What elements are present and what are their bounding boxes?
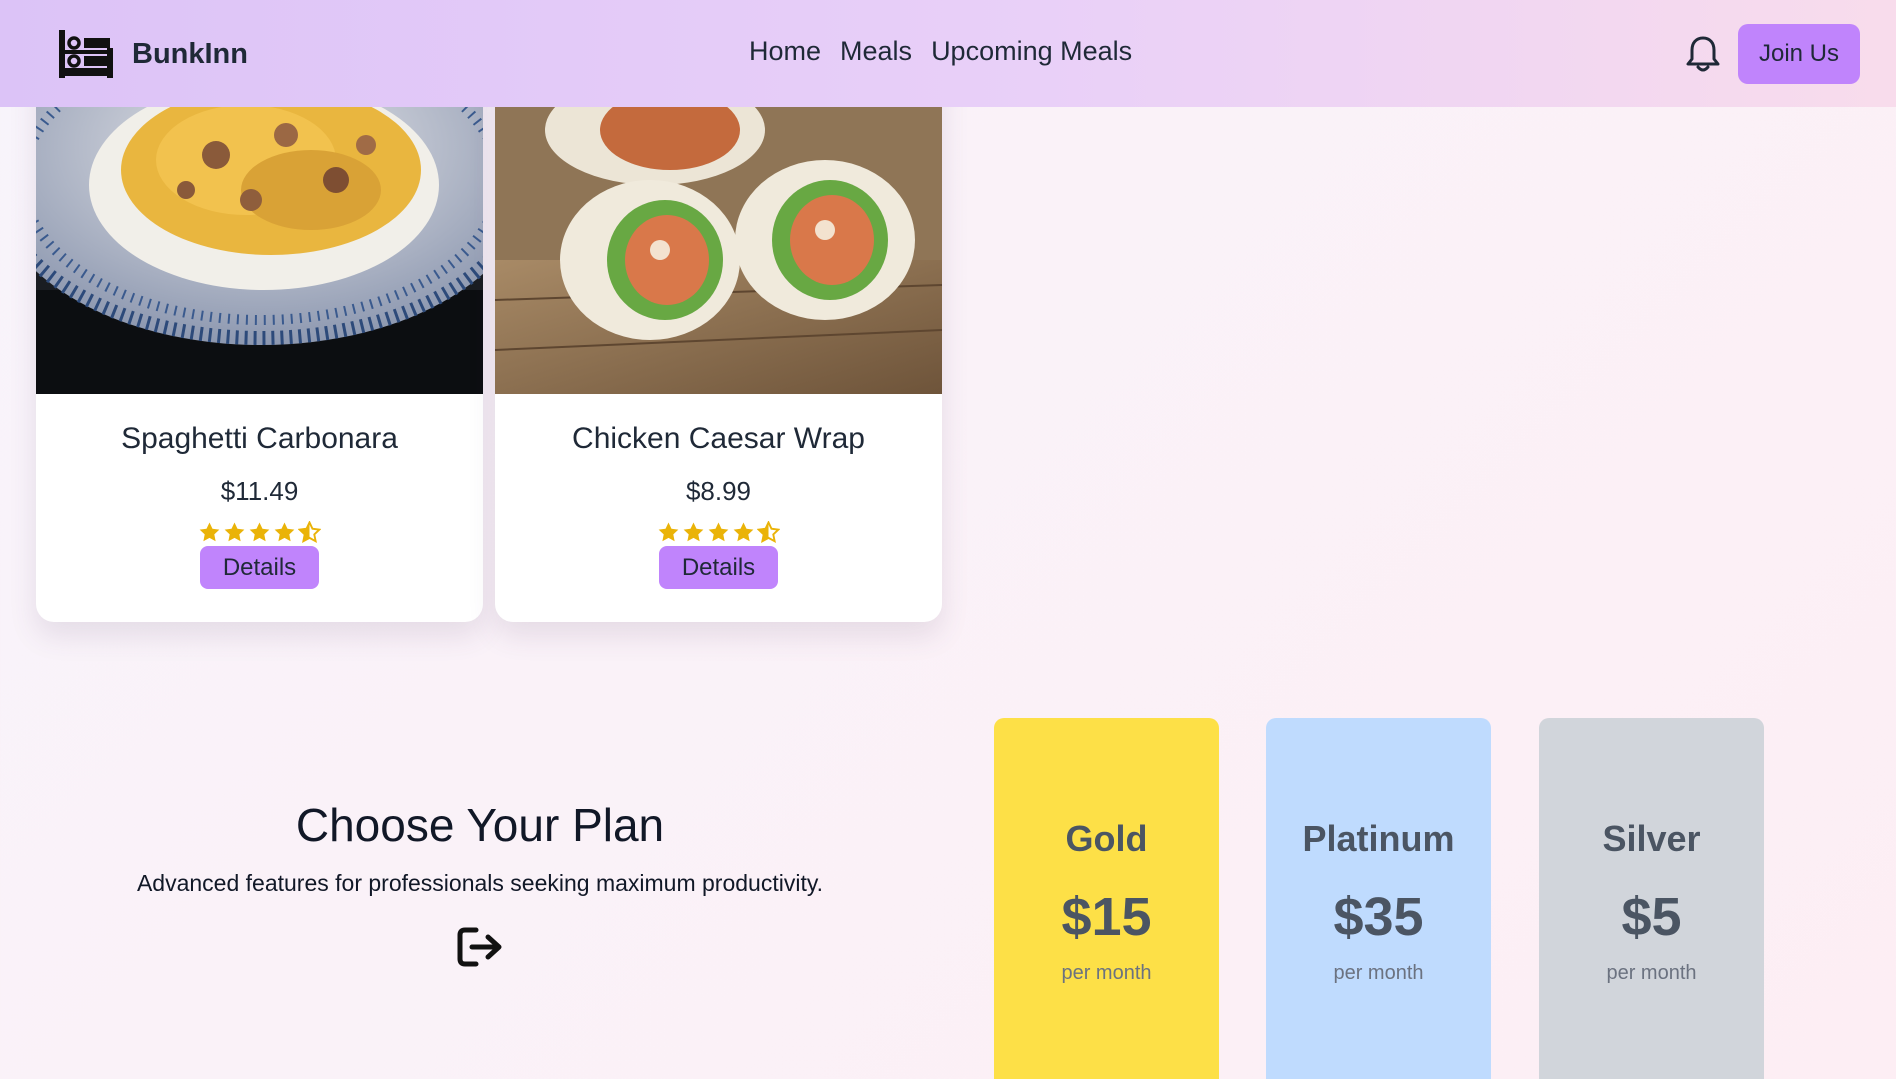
plan-period: per month <box>1606 962 1697 984</box>
meal-price: $8.99 <box>685 476 752 506</box>
star-full-icon <box>658 522 679 542</box>
meal-image-chicken-caesar-wrap <box>495 60 942 394</box>
meal-image-spaghetti-carbonara <box>36 60 483 394</box>
details-button[interactable]: Details <box>659 546 778 589</box>
plan-intro: Choose Your Plan Advanced features for p… <box>100 798 860 969</box>
plan-card-platinum[interactable]: Platinum $35 per month <box>1266 718 1491 1079</box>
meal-card[interactable]: Chicken Caesar Wrap $8.99 Details <box>495 60 942 622</box>
plan-name: Platinum <box>1302 818 1455 859</box>
plan-subheading: Advanced features for professionals seek… <box>136 870 824 896</box>
meal-title: Chicken Caesar Wrap <box>572 422 865 455</box>
plan-card-silver[interactable]: Silver $5 per month <box>1539 718 1764 1079</box>
star-half-icon <box>757 521 780 544</box>
star-full-icon <box>249 522 270 542</box>
meal-price: $11.49 <box>220 476 299 506</box>
plan-price: $15 <box>1061 887 1152 947</box>
nav-link-upcoming-meals[interactable]: Upcoming Meals <box>931 36 1132 67</box>
plan-name: Gold <box>1065 818 1148 859</box>
brand-name: BunkInn <box>132 37 248 70</box>
bed-icon <box>59 30 113 78</box>
star-full-icon <box>683 522 704 542</box>
plan-period: per month <box>1333 962 1424 984</box>
star-full-icon <box>708 522 729 542</box>
plan-name: Silver <box>1602 818 1701 859</box>
plan-price: $35 <box>1333 887 1424 947</box>
brand[interactable]: BunkInn <box>58 28 248 80</box>
star-full-icon <box>733 522 754 542</box>
navbar: BunkInn Home Meals Upcoming Meals Join U… <box>0 0 1896 107</box>
meal-card[interactable]: Spaghetti Carbonara $11.49 Details <box>36 60 483 622</box>
star-full-icon <box>199 522 220 542</box>
main-nav: Home Meals Upcoming Meals <box>749 36 1132 67</box>
plan-card-gold[interactable]: Gold $15 per month <box>994 718 1219 1079</box>
meal-title: Spaghetti Carbonara <box>121 422 398 455</box>
plan-price: $5 <box>1621 887 1682 947</box>
star-rating <box>495 521 942 544</box>
star-half-icon <box>298 521 321 544</box>
details-button[interactable]: Details <box>200 546 319 589</box>
plan-period: per month <box>1061 962 1152 984</box>
nav-link-meals[interactable]: Meals <box>840 36 912 67</box>
star-full-icon <box>274 522 295 542</box>
join-us-button[interactable]: Join Us <box>1738 24 1860 84</box>
star-full-icon <box>224 522 245 542</box>
plan-heading: Choose Your Plan <box>295 799 665 851</box>
notification-bell-icon[interactable] <box>1685 35 1721 73</box>
nav-link-home[interactable]: Home <box>749 36 821 67</box>
sign-in-arrow-icon[interactable] <box>456 925 504 969</box>
star-rating <box>36 521 483 544</box>
